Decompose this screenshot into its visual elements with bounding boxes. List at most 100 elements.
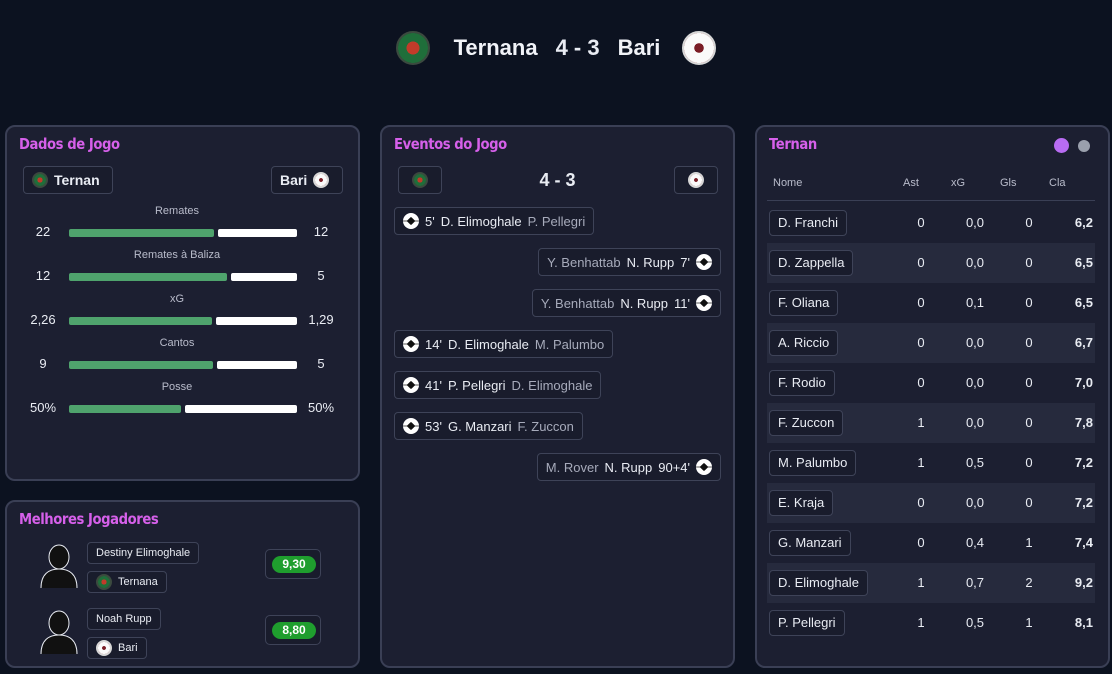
player-assists: 0: [917, 255, 925, 270]
stat-label: Posse: [161, 381, 193, 393]
player-name[interactable]: D. Zappella: [769, 250, 854, 276]
event-item[interactable]: Y. Benhattab N. Rupp 11': [531, 289, 721, 317]
player-xg: 0,0: [965, 495, 985, 510]
event-scorer: G. Manzari: [447, 418, 512, 434]
player-rating: 6,5: [1074, 295, 1093, 310]
soccer-ball-icon: [696, 459, 712, 475]
stat-away-bar: [231, 273, 297, 281]
event-assist: Y. Benhattab: [547, 254, 621, 270]
stat-home-value: 22: [35, 224, 51, 239]
table-row[interactable]: G. Manzari 0 0,4 1 7,4: [767, 523, 1095, 563]
panel-title: Melhores Jogadores: [19, 510, 159, 528]
player-name[interactable]: E. Kraja: [769, 490, 834, 516]
match-score: 4 - 3: [555, 35, 600, 60]
event-minute: 41': [425, 377, 442, 393]
soccer-ball-icon: [403, 336, 419, 352]
soccer-ball-icon: [696, 295, 712, 311]
stat-home-bar: [69, 273, 227, 281]
event-assist: Y. Benhattab: [540, 295, 615, 311]
table-row[interactable]: D. Elimoghale 1 0,7 2 9,2: [767, 563, 1095, 603]
event-item[interactable]: 5' D. Elimoghale P. Pellegri: [394, 207, 595, 235]
event-assist: M. Palumbo: [534, 336, 605, 352]
event-minute: 5': [425, 213, 435, 229]
bari-logo-icon: [682, 31, 717, 65]
home-team-chip[interactable]: Ternan: [23, 166, 113, 194]
player-name: Noah Rupp: [96, 613, 152, 625]
event-item[interactable]: 41' P. Pellegri D. Elimoghale: [394, 371, 602, 399]
best-players-panel: Melhores Jogadores Destiny Elimoghale Ter…: [5, 500, 360, 668]
player-rating-badge: 9,30: [265, 549, 321, 579]
player-goals: 0: [1025, 495, 1033, 510]
team-toggle-home[interactable]: [1054, 138, 1069, 153]
player-name[interactable]: G. Manzari: [769, 530, 851, 556]
team-players-panel: Ternan Nome Ast xG Gls Cla D. Franchi 0 0,…: [755, 125, 1110, 668]
player-name[interactable]: D. Elimoghale: [769, 570, 868, 596]
player-name-chip[interactable]: Noah Rupp: [87, 608, 161, 630]
table-row[interactable]: F. Oliana 0 0,1 0 6,5: [767, 283, 1095, 323]
table-row[interactable]: F. Zuccon 1 0,0 0 7,8: [767, 403, 1095, 443]
team-toggle-away[interactable]: [1078, 140, 1090, 152]
event-scorer: D. Elimoghale: [447, 336, 529, 352]
event-assist: P. Pellegri: [527, 213, 586, 229]
player-rating-badge: 8,80: [265, 615, 321, 645]
player-name[interactable]: F. Zuccon: [769, 410, 844, 436]
player-goals: 0: [1025, 255, 1033, 270]
col-header-gls: Gls: [1000, 177, 1017, 189]
table-row[interactable]: D. Zappella 0 0,0 0 6,5: [767, 243, 1095, 283]
table-row[interactable]: P. Pellegri 1 0,5 1 8,1: [767, 603, 1095, 643]
player-rating: 7,2: [1074, 455, 1093, 470]
player-rating: 9,30: [272, 556, 316, 573]
table-row[interactable]: F. Rodio 0 0,0 0 7,0: [767, 363, 1095, 403]
table-divider: [767, 200, 1095, 201]
player-xg: 0,5: [965, 455, 985, 470]
stat-away-value: 50%: [307, 400, 335, 415]
player-name[interactable]: P. Pellegri: [769, 610, 845, 636]
away-team-chip[interactable]: Bari: [271, 166, 343, 194]
player-name[interactable]: A. Riccio: [769, 330, 839, 356]
player-assists: 0: [917, 535, 925, 550]
col-header-ast: Ast: [903, 177, 919, 189]
player-goals: 0: [1025, 215, 1033, 230]
player-goals: 0: [1025, 335, 1033, 350]
player-team-chip[interactable]: Ternana: [87, 571, 167, 593]
event-item[interactable]: Y. Benhattab N. Rupp 7': [538, 248, 721, 276]
player-name[interactable]: D. Franchi: [769, 210, 847, 236]
stat-away-bar: [216, 317, 297, 325]
bari-logo-icon: [688, 172, 704, 188]
stat-home-value: 12: [35, 268, 51, 283]
stat-home-bar: [69, 229, 214, 237]
panel-title: Dados de Jogo: [19, 135, 120, 153]
player-assists: 0: [917, 335, 925, 350]
stat-home-bar: [69, 361, 213, 369]
match-stats-panel: Dados de Jogo Ternan Bari Remates 22 12 Rem…: [5, 125, 360, 481]
ternana-logo-icon: [395, 31, 430, 65]
stat-label: Cantos: [159, 337, 195, 349]
event-scorer: N. Rupp: [620, 295, 669, 311]
stat-away-value: 5: [317, 268, 325, 283]
player-name[interactable]: F. Oliana: [769, 290, 839, 316]
team-logo-icon: [96, 574, 112, 590]
stat-away-value: 5: [317, 356, 325, 371]
panel-title: Eventos do Jogo: [394, 135, 507, 153]
event-item[interactable]: M. Rover N. Rupp 90+4': [536, 453, 721, 481]
table-row[interactable]: M. Palumbo 1 0,5 0 7,2: [767, 443, 1095, 483]
team-logo-icon: [96, 640, 112, 656]
player-avatar-icon: [39, 542, 79, 589]
player-goals: 0: [1025, 415, 1033, 430]
event-scorer: D. Elimoghale: [440, 213, 522, 229]
player-team-chip[interactable]: Bari: [87, 637, 147, 659]
table-row[interactable]: A. Riccio 0 0,0 0 6,7: [767, 323, 1095, 363]
event-assist: M. Rover: [545, 459, 599, 475]
table-row[interactable]: E. Kraja 0 0,0 0 7,2: [767, 483, 1095, 523]
col-header-cla: Cla: [1049, 177, 1066, 189]
player-name-chip[interactable]: Destiny Elimoghale: [87, 542, 200, 564]
player-assists: 1: [917, 415, 925, 430]
table-row[interactable]: D. Franchi 0 0,0 0 6,2: [767, 203, 1095, 243]
away-team-chip[interactable]: [674, 166, 718, 194]
event-item[interactable]: 14' D. Elimoghale M. Palumbo: [394, 330, 614, 358]
player-rating: 9,2: [1074, 575, 1093, 590]
event-item[interactable]: 53' G. Manzari F. Zuccon: [394, 412, 583, 440]
player-name[interactable]: M. Palumbo: [769, 450, 857, 476]
event-scorer: N. Rupp: [604, 459, 653, 475]
player-name[interactable]: F. Rodio: [769, 370, 835, 396]
